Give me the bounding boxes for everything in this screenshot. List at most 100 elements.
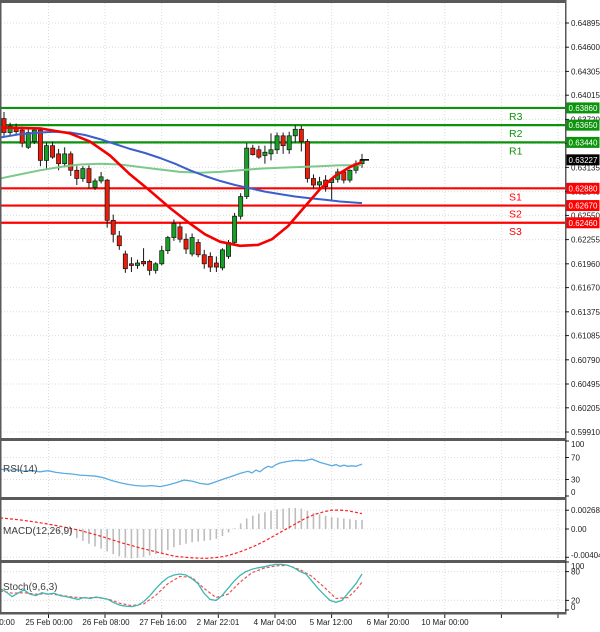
candle-body bbox=[31, 129, 37, 142]
level-label-R2: R2 bbox=[509, 128, 523, 140]
level-badge-S3-text: 0.62460 bbox=[569, 219, 598, 228]
price-tick-label: 0.64600 bbox=[571, 43, 600, 52]
candle-body bbox=[341, 171, 347, 181]
candle-body bbox=[250, 147, 256, 156]
candle-body bbox=[213, 262, 219, 268]
candle-body bbox=[141, 260, 147, 265]
candle-body bbox=[256, 149, 262, 158]
candle bbox=[25, 129, 31, 149]
candle-body bbox=[201, 254, 207, 265]
macd-axis-tick-label: 0.00268 bbox=[571, 506, 600, 515]
candle-body bbox=[25, 132, 31, 148]
rsi-indicator-label: RSI(14) bbox=[3, 464, 38, 475]
price-tick-label: 0.60205 bbox=[571, 404, 600, 413]
candle-body bbox=[86, 168, 92, 183]
stoch-indicator-label: Stoch(9,6,3) bbox=[3, 582, 58, 593]
candle bbox=[304, 139, 310, 183]
level-badge-R2-text: 0.63650 bbox=[569, 121, 598, 130]
time-tick-label: 5 Mar 12:00 bbox=[310, 618, 353, 627]
level-label-R3: R3 bbox=[509, 111, 523, 123]
level-badge-R3: 0.63860 bbox=[566, 102, 600, 114]
time-tick-label: 2 Mar 22:01 bbox=[197, 618, 240, 627]
candle-body bbox=[44, 145, 49, 161]
candle-body bbox=[68, 153, 74, 171]
candle-body bbox=[37, 129, 43, 161]
panel-separator bbox=[0, 560, 567, 563]
candle bbox=[238, 193, 244, 220]
price-tick-label: 0.61085 bbox=[571, 332, 600, 341]
candle-body bbox=[317, 181, 322, 186]
panel-separator bbox=[0, 438, 567, 441]
candle-body bbox=[56, 153, 62, 165]
candle-body bbox=[183, 238, 189, 250]
candle-body bbox=[171, 223, 177, 238]
rsi-axis-tick-label: 0 bbox=[571, 488, 576, 497]
candle-body bbox=[304, 141, 310, 179]
candle-body bbox=[62, 153, 68, 165]
price-tick-label: 0.61960 bbox=[571, 260, 600, 269]
rsi-axis-tick-label: 70 bbox=[571, 454, 580, 463]
candle-body bbox=[286, 135, 292, 151]
candle-body bbox=[274, 135, 280, 151]
stoch-axis-tick-label: 0 bbox=[571, 603, 576, 612]
level-badge-R1: 0.63440 bbox=[566, 136, 600, 148]
level-badge-S1: 0.62880 bbox=[566, 182, 600, 194]
candle-body bbox=[80, 168, 86, 179]
candle-body bbox=[262, 151, 268, 156]
candle-body bbox=[165, 237, 171, 252]
time-tick-label: 0:00 bbox=[0, 618, 15, 627]
candle-body bbox=[110, 219, 116, 235]
left-border bbox=[0, 0, 2, 614]
level-badge-R2: 0.63650 bbox=[566, 119, 600, 131]
current-price-badge-text: 0.63227 bbox=[569, 156, 598, 165]
candle bbox=[219, 248, 225, 271]
rsi-axis-tick-label: 30 bbox=[571, 476, 580, 485]
candle-body bbox=[122, 253, 128, 270]
candle-body bbox=[195, 242, 201, 256]
macd-indicator-label: MACD(12,26,9) bbox=[3, 526, 73, 537]
candle-body bbox=[207, 256, 213, 268]
level-label-S3: S3 bbox=[509, 226, 522, 238]
price-tick-label: 0.60495 bbox=[571, 380, 600, 389]
level-badge-R1-text: 0.63440 bbox=[569, 138, 598, 147]
time-tick-label: 25 Feb 00:00 bbox=[25, 618, 73, 627]
candle bbox=[244, 143, 250, 199]
stoch-axis-tick-label: 80 bbox=[571, 568, 580, 577]
time-tick-label: 6 Mar 20:00 bbox=[367, 618, 410, 627]
candle-body bbox=[280, 135, 286, 147]
level-badge-S2-text: 0.62670 bbox=[569, 202, 598, 211]
price-tick-label: 0.64015 bbox=[571, 91, 600, 100]
level-label-S2: S2 bbox=[509, 209, 522, 221]
candle-body bbox=[92, 180, 98, 188]
chart-canvas[interactable]: R3 R2 R1 S1 S2 S3 0.64895 0.64600 0.64305 0.64015… bbox=[0, 0, 600, 632]
candle-body bbox=[153, 263, 159, 271]
rsi-axis-tick-label: 100 bbox=[571, 440, 585, 449]
candle-body bbox=[116, 235, 122, 247]
mt4-forex-chart-window: R3 R2 R1 S1 S2 S3 0.64895 0.64600 0.64305 0.64015… bbox=[0, 0, 600, 632]
price-tick-label: 0.61375 bbox=[571, 308, 600, 317]
candle-body bbox=[268, 149, 274, 155]
time-tick-label: 27 Feb 16:00 bbox=[139, 618, 187, 627]
candle-body bbox=[19, 129, 25, 144]
candle-body bbox=[74, 169, 80, 179]
plot-right-border bbox=[565, 0, 567, 615]
candle-body bbox=[347, 169, 353, 181]
candle-body bbox=[135, 262, 140, 266]
candle-body bbox=[189, 237, 195, 255]
candle-body bbox=[159, 250, 165, 265]
candle-body bbox=[50, 145, 55, 158]
level-label-R1: R1 bbox=[509, 145, 523, 157]
candle-body bbox=[98, 176, 104, 182]
candle-body bbox=[219, 249, 225, 269]
price-tick-label: 0.61670 bbox=[571, 284, 600, 293]
time-tick-label: 10 Mar 00:00 bbox=[421, 618, 469, 627]
candle-body bbox=[298, 128, 304, 142]
price-tick-label: 0.59910 bbox=[571, 428, 600, 437]
level-badge-S3: 0.62460 bbox=[566, 217, 600, 229]
time-tick-label: 4 Mar 04:00 bbox=[254, 618, 297, 627]
candle-body bbox=[104, 179, 110, 221]
chart-background bbox=[0, 0, 600, 632]
candle-body bbox=[147, 260, 153, 271]
candle bbox=[104, 178, 110, 228]
panel-separator bbox=[0, 497, 567, 500]
